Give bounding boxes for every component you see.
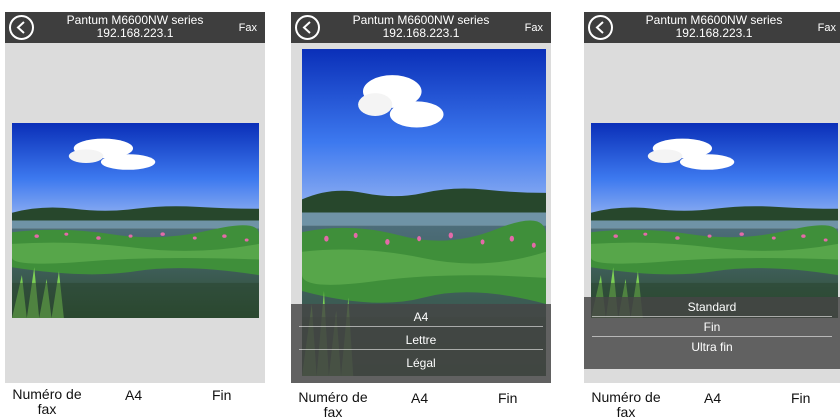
top-bar: Pantum M6600NW series 192.168.223.1 Fax: [584, 12, 840, 43]
resolution-button[interactable]: Fin: [212, 387, 231, 403]
paper-size-button[interactable]: A4: [704, 390, 721, 406]
fax-mode-button[interactable]: Fax: [525, 22, 543, 34]
resolution-picker: Standard Fin Ultra fin: [584, 297, 840, 369]
bottom-bar: Numéro de fax A4 Fin: [5, 387, 265, 419]
resolution-option-ultra-fin[interactable]: Ultra fin: [592, 337, 832, 357]
paper-size-option-a4[interactable]: A4: [299, 307, 543, 327]
bottom-bar: Numéro de fax A4 Fin: [584, 390, 840, 419]
device-title: Pantum M6600NW series 192.168.223.1: [331, 14, 511, 40]
app-screen: Pantum M6600NW series 192.168.223.1 Fax …: [584, 12, 840, 383]
resolution-option-standard[interactable]: Standard: [592, 297, 832, 317]
top-bar: Pantum M6600NW series 192.168.223.1 Fax: [291, 12, 551, 43]
resolution-option-fin[interactable]: Fin: [592, 317, 832, 337]
paper-size-button[interactable]: A4: [125, 387, 142, 403]
resolution-button[interactable]: Fin: [791, 390, 810, 406]
bottom-bar: Numéro de fax A4 Fin: [291, 390, 551, 419]
paper-size-button[interactable]: A4: [411, 390, 428, 406]
ip-address: 192.168.223.1: [675, 26, 753, 40]
phone-screen-paper-size: Pantum M6600NW series 192.168.223.1 Fax …: [291, 12, 551, 419]
device-title: Pantum M6600NW series 192.168.223.1: [45, 14, 225, 40]
phone-screen-resolution: Pantum M6600NW series 192.168.223.1 Fax …: [584, 12, 840, 419]
ip-address: 192.168.223.1: [96, 26, 174, 40]
device-title: Pantum M6600NW series 192.168.223.1: [624, 14, 804, 40]
fax-number-button[interactable]: Numéro de fax: [291, 390, 375, 419]
app-screen: Pantum M6600NW series 192.168.223.1 Fax: [5, 12, 265, 383]
paper-size-picker: A4 Lettre Légal: [291, 304, 551, 383]
fax-number-button[interactable]: Numéro de fax: [5, 387, 89, 417]
ip-address: 192.168.223.1: [382, 26, 460, 40]
phone-screen-default: Pantum M6600NW series 192.168.223.1 Fax …: [5, 12, 265, 419]
fax-mode-button[interactable]: Fax: [818, 22, 836, 34]
paper-size-option-lettre[interactable]: Lettre: [299, 330, 543, 350]
fax-number-button[interactable]: Numéro de fax: [584, 390, 668, 419]
preview-image: [12, 123, 259, 318]
back-arrow-circle-icon[interactable]: [295, 15, 320, 40]
top-bar: Pantum M6600NW series 192.168.223.1 Fax: [5, 12, 265, 43]
back-arrow-circle-icon[interactable]: [9, 15, 34, 40]
fax-mode-button[interactable]: Fax: [239, 22, 257, 34]
app-screen: Pantum M6600NW series 192.168.223.1 Fax …: [291, 12, 551, 383]
paper-size-option-legal[interactable]: Légal: [299, 353, 543, 373]
resolution-button[interactable]: Fin: [498, 390, 517, 406]
back-arrow-circle-icon[interactable]: [588, 15, 613, 40]
preview-image: [591, 123, 838, 318]
